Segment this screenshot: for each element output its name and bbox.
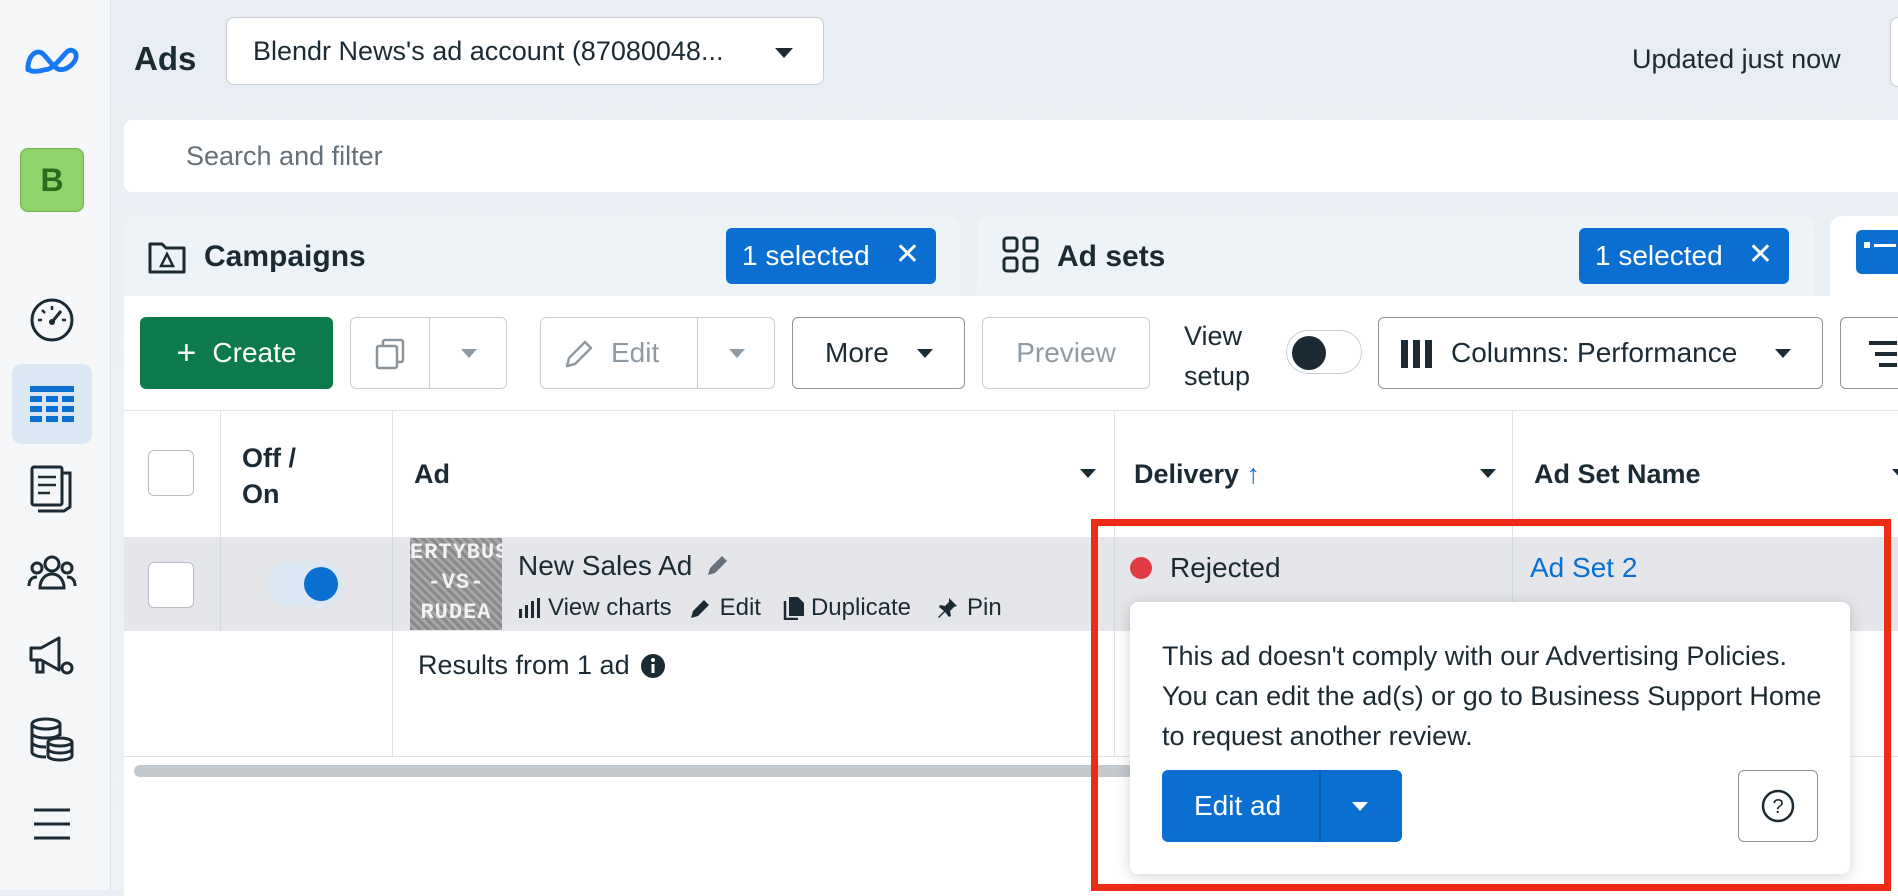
duplicate-icon [783, 597, 804, 620]
ad-account-name: Blendr News's ad account (87080048... [253, 35, 724, 66]
campaign-settings-icon[interactable] [24, 628, 80, 684]
search-bar [124, 120, 1898, 192]
edit-ad-split-button[interactable]: Edit ad [1162, 770, 1402, 842]
tab-ad-sets[interactable]: Ad sets 1 selected ✕ [977, 216, 1814, 296]
chevron-down-icon[interactable] [1080, 469, 1096, 478]
rejection-message: This ad doesn't comply with our Advertis… [1162, 641, 1822, 751]
chevron-down-icon [775, 48, 793, 58]
rejection-popover: This ad doesn't comply with our Advertis… [1130, 602, 1850, 874]
chevron-down-icon [917, 349, 933, 358]
chevron-down-icon[interactable] [1480, 469, 1496, 478]
page-title: Ads [134, 40, 197, 77]
columns-icon [1401, 340, 1432, 368]
column-header-ad-set-name[interactable]: Ad Set Name [1534, 459, 1701, 490]
view-setup-label: View setup [1184, 321, 1251, 391]
campaign-folder-icon [148, 242, 186, 274]
more-button[interactable]: More [792, 317, 965, 389]
create-button[interactable]: + Create [140, 317, 333, 389]
edit-link[interactable]: Edit [690, 594, 761, 622]
pin-link[interactable]: Pin [935, 594, 1002, 622]
header-overflow-button[interactable] [1890, 17, 1898, 87]
tab-label: Campaigns [204, 240, 366, 273]
horizontal-scrollbar[interactable] [134, 765, 1134, 777]
tab-ads[interactable] [1830, 216, 1898, 296]
pages-icon[interactable] [24, 460, 80, 516]
ad-thumbnail[interactable]: ERTYBUS -VS- RUDEA [410, 538, 502, 630]
results-summary: Results from 1 ad [418, 650, 666, 681]
view-charts-link[interactable]: View charts [518, 594, 672, 622]
billing-icon[interactable] [24, 712, 80, 768]
column-header-off-on[interactable]: Off / On [242, 440, 296, 512]
pin-icon [938, 598, 958, 618]
chevron-down-icon [1775, 349, 1791, 358]
question-icon: ? [1761, 789, 1795, 823]
audiences-icon[interactable] [24, 544, 80, 600]
left-rail: B [0, 0, 111, 890]
row-checkbox[interactable] [148, 562, 194, 608]
ad-sets-selected-pill[interactable]: 1 selected ✕ [1579, 228, 1789, 284]
tab-label: Ad sets [1057, 240, 1166, 273]
pencil-icon [565, 340, 593, 368]
close-icon[interactable]: ✕ [1748, 240, 1773, 270]
ads-tab-icon [1856, 230, 1898, 274]
close-icon[interactable]: ✕ [895, 240, 920, 270]
columns-button[interactable]: Columns: Performance [1378, 317, 1823, 389]
row-actions: View charts Edit Duplicate Pin [518, 594, 1002, 622]
view-setup-toggle[interactable] [1286, 330, 1362, 374]
meta-logo-icon[interactable] [24, 32, 80, 88]
chevron-down-icon[interactable] [461, 349, 477, 358]
ad-account-selector[interactable]: Blendr News's ad account (87080048... [226, 17, 824, 85]
info-icon[interactable] [640, 653, 666, 679]
preview-button[interactable]: Preview [982, 317, 1150, 389]
chevron-down-icon[interactable] [729, 349, 745, 358]
ad-name[interactable]: New Sales Ad [518, 550, 730, 582]
breakdown-icon [1869, 341, 1897, 367]
menu-icon[interactable] [24, 796, 80, 852]
column-header-delivery[interactable]: Delivery ↑ [1134, 459, 1260, 490]
tab-campaigns[interactable]: Campaigns 1 selected ✕ [124, 216, 960, 296]
breakdown-button[interactable] [1840, 317, 1898, 389]
bar-chart-icon [519, 598, 540, 618]
account-avatar[interactable]: B [20, 148, 84, 212]
help-button[interactable]: ? [1738, 770, 1818, 842]
ad-sets-grid-icon [1002, 236, 1039, 273]
pencil-icon [690, 600, 709, 618]
column-header-ad[interactable]: Ad [414, 459, 450, 490]
edit-label: Edit [611, 337, 660, 368]
plus-icon: + [176, 334, 197, 372]
sort-ascending-icon: ↑ [1246, 459, 1261, 489]
chevron-down-icon[interactable] [1352, 802, 1368, 811]
ad-on-off-toggle[interactable] [268, 562, 344, 606]
search-input[interactable] [184, 139, 788, 173]
pencil-icon[interactable] [706, 553, 730, 577]
chevron-down-icon[interactable] [1892, 469, 1898, 478]
duplicate-split-button[interactable] [350, 317, 507, 389]
duplicate-icon[interactable] [375, 338, 407, 370]
dashboard-icon[interactable] [24, 292, 80, 348]
select-all-checkbox[interactable] [148, 450, 194, 496]
ads-manager-table-icon[interactable] [12, 364, 92, 444]
updated-status: Updated just now [1632, 44, 1841, 74]
svg-text:?: ? [1772, 796, 1783, 818]
edit-split-button[interactable]: Edit [540, 317, 775, 389]
edit-ad-button[interactable]: Edit ad [1194, 790, 1281, 822]
campaigns-selected-pill[interactable]: 1 selected ✕ [726, 228, 936, 284]
duplicate-link[interactable]: Duplicate [783, 594, 911, 622]
